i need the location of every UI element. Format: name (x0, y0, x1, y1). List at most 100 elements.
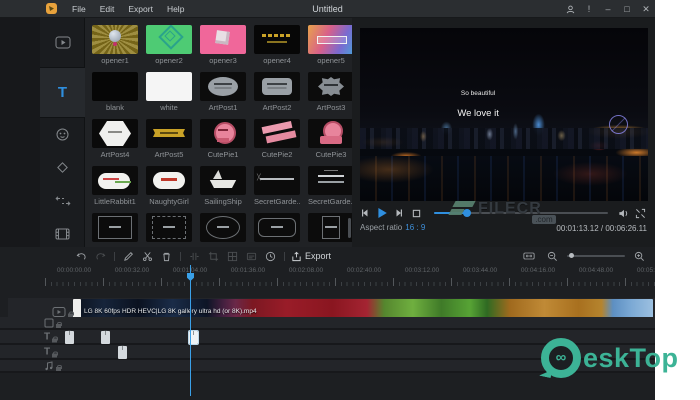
template-thumbnail[interactable] (146, 72, 192, 101)
zoom-in-icon[interactable] (633, 250, 646, 263)
stop-button[interactable] (409, 209, 423, 218)
mosaic-icon[interactable] (226, 250, 239, 263)
fit-timeline-icon[interactable] (522, 250, 535, 263)
template-card-ornate5[interactable] (308, 213, 352, 247)
menu-item-file[interactable]: File (65, 0, 93, 18)
feedback-icon[interactable]: ! (584, 0, 594, 18)
playhead[interactable] (190, 265, 191, 396)
maximize-button[interactable]: □ (622, 0, 632, 18)
text-clip[interactable]: T (65, 331, 74, 344)
template-card-NaughtyGirl[interactable]: NaughtyGirl (146, 166, 192, 206)
template-card-SailingShip[interactable]: SailingShip (200, 166, 246, 206)
volume-icon[interactable] (616, 208, 630, 219)
template-card-opener3[interactable]: opener3 (200, 25, 246, 65)
menu-item-export[interactable]: Export (121, 0, 160, 18)
template-thumbnail[interactable] (308, 119, 352, 148)
template-thumbnail[interactable] (254, 72, 300, 101)
template-thumbnail[interactable] (200, 72, 246, 101)
audio-track-header[interactable] (44, 361, 61, 371)
zoom-slider[interactable] (567, 255, 625, 257)
template-card-ornate3[interactable] (200, 213, 246, 247)
template-thumbnail[interactable] (92, 119, 138, 148)
template-card-blank[interactable]: blank (92, 72, 138, 112)
export-button[interactable]: Export (291, 251, 331, 262)
pip-track-header[interactable] (44, 318, 61, 328)
template-card-SecretGarde...[interactable]: SecretGarde... (254, 166, 300, 206)
template-card-white[interactable]: white (146, 72, 192, 112)
minimize-button[interactable]: – (603, 0, 613, 18)
fullscreen-icon[interactable] (633, 208, 647, 219)
template-thumbnail[interactable] (308, 213, 352, 242)
lock-icon[interactable] (52, 336, 57, 342)
speed-clock-icon[interactable] (264, 250, 277, 263)
lock-icon[interactable] (56, 365, 61, 371)
template-card-CutePie1[interactable]: CutePie1 (200, 119, 246, 159)
lock-icon[interactable] (56, 322, 61, 328)
template-card-opener2[interactable]: opener2 (146, 25, 192, 65)
template-thumbnail[interactable] (308, 25, 352, 54)
menu-item-edit[interactable]: Edit (93, 0, 122, 18)
template-thumbnail[interactable] (92, 166, 138, 195)
lock-icon[interactable] (52, 351, 57, 357)
sidebar-tab-transition[interactable] (40, 151, 85, 184)
template-thumbnail[interactable] (254, 213, 300, 242)
sidebar-tab-overlay[interactable] (40, 118, 85, 151)
template-card-ornate2[interactable] (146, 213, 192, 247)
close-button[interactable]: ✕ (641, 0, 651, 18)
template-thumbnail[interactable] (308, 166, 352, 195)
template-thumbnail[interactable] (254, 166, 300, 195)
template-card-opener4[interactable]: opener4 (254, 25, 300, 65)
template-card-CutePie2[interactable]: CutePie2 (254, 119, 300, 159)
account-icon[interactable] (565, 5, 575, 14)
template-card-ArtPost4[interactable]: ArtPost4 (92, 119, 138, 159)
video-track-header[interactable] (52, 306, 73, 317)
video-preview[interactable]: So beautiful We love it (360, 28, 648, 201)
template-card-ArtPost3[interactable]: ArtPost3 (308, 72, 352, 112)
aspect-ratio-value[interactable]: 16 : 9 (405, 223, 425, 232)
zoom-out-icon[interactable] (546, 250, 559, 263)
subtitle-icon[interactable] (245, 250, 258, 263)
split-scissors-icon[interactable] (141, 250, 154, 263)
template-card-opener5[interactable]: opener5 (308, 25, 352, 65)
edit-pencil-icon[interactable] (122, 250, 135, 263)
template-thumbnail[interactable] (200, 119, 246, 148)
template-card-SecretGarde...[interactable]: SecretGarde... (308, 166, 352, 206)
sidebar-tab-element[interactable] (40, 184, 85, 217)
template-card-LittleRabbit1[interactable]: LittleRabbit1 (92, 166, 138, 206)
delete-trash-icon[interactable] (160, 250, 173, 263)
crop-icon[interactable] (207, 250, 220, 263)
template-thumbnail[interactable] (146, 213, 192, 242)
template-card-ornate4[interactable] (254, 213, 300, 247)
timeline-ruler[interactable]: 00:00:00.0000:00:32.0000:01:04.0000:01:3… (0, 265, 655, 287)
step-forward-button[interactable] (392, 208, 406, 218)
text-clip[interactable]: T (118, 346, 127, 359)
template-thumbnail[interactable] (146, 25, 192, 54)
template-thumbnail[interactable] (308, 72, 352, 101)
text-track-2-header[interactable]: T (44, 346, 57, 357)
template-card-ArtPost1[interactable]: ArtPost1 (200, 72, 246, 112)
template-scrollbar[interactable] (348, 218, 351, 238)
sidebar-tab-media[interactable] (40, 18, 85, 68)
template-thumbnail[interactable] (200, 166, 246, 195)
text-track-1-header[interactable]: T (44, 331, 57, 342)
text-clip[interactable]: T (101, 331, 110, 344)
redo-icon[interactable] (94, 250, 107, 263)
template-thumbnail[interactable] (200, 213, 246, 242)
template-thumbnail[interactable] (92, 213, 138, 242)
sidebar-tab-text[interactable]: T (40, 68, 85, 118)
template-card-ArtPost2[interactable]: ArtPost2 (254, 72, 300, 112)
trim-icon[interactable] (188, 250, 201, 263)
template-thumbnail[interactable] (200, 25, 246, 54)
step-back-button[interactable] (358, 208, 372, 218)
template-thumbnail[interactable] (92, 25, 138, 54)
template-thumbnail[interactable] (254, 25, 300, 54)
sidebar-tab-filter[interactable] (40, 217, 85, 250)
template-thumbnail[interactable] (146, 166, 192, 195)
template-thumbnail[interactable] (146, 119, 192, 148)
template-thumbnail[interactable] (92, 72, 138, 101)
template-card-ornate1[interactable] (92, 213, 138, 247)
menu-item-help[interactable]: Help (160, 0, 191, 18)
template-card-opener1[interactable]: opener1 (92, 25, 138, 65)
template-card-CutePie3[interactable]: CutePie3 (308, 119, 352, 159)
template-thumbnail[interactable] (254, 119, 300, 148)
